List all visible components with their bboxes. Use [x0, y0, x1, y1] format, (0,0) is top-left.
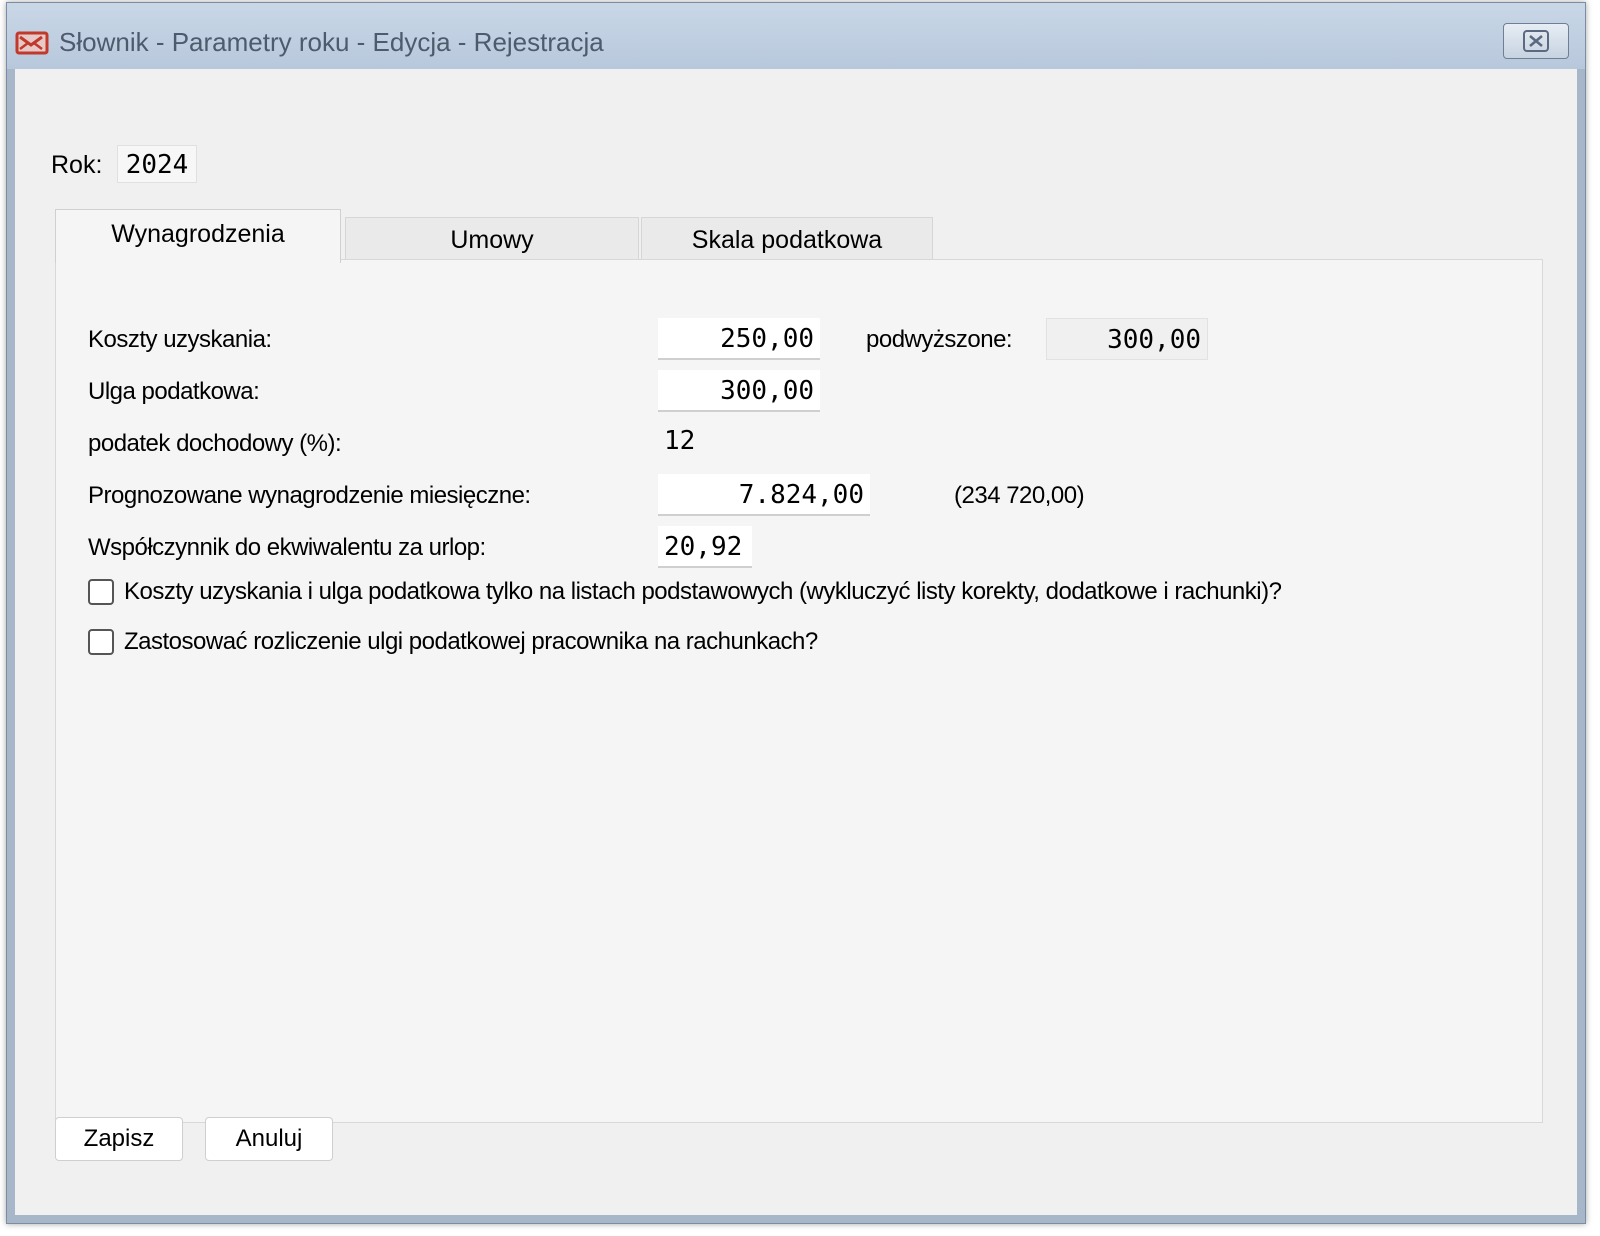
- prognozowane-roczne-value: (234 720,00): [954, 482, 1085, 509]
- window-title: Słownik - Parametry roku - Edycja - Reje…: [59, 27, 604, 57]
- title-bar[interactable]: Słownik - Parametry roku - Edycja - Reje…: [7, 3, 1585, 69]
- koszty-only-basic-lists-label: Koszty uzyskania i ulga podatkowa tylko …: [124, 578, 1282, 605]
- podwyzszone-value: 300,00: [1046, 318, 1208, 360]
- ulga-podatkowa-input[interactable]: 300,00: [658, 370, 820, 412]
- tab-strip: Wynagrodzenia Umowy Skala podatkowa: [55, 209, 955, 263]
- year-label: Rok:: [51, 151, 103, 179]
- ulga-podatkowa-label: Ulga podatkowa:: [88, 378, 260, 405]
- close-button[interactable]: [1503, 23, 1569, 59]
- koszty-uzyskania-label: Koszty uzyskania:: [88, 326, 272, 353]
- zastosowac-ulga-checkbox[interactable]: [88, 629, 114, 655]
- koszty-only-basic-lists-row[interactable]: Koszty uzyskania i ulga podatkowa tylko …: [88, 578, 1282, 606]
- zastosowac-ulga-row[interactable]: Zastosować rozliczenie ulgi podatkowej p…: [88, 628, 818, 656]
- tab-wynagrodzenia[interactable]: Wynagrodzenia: [55, 209, 341, 263]
- tab-skala-podatkowa[interactable]: Skala podatkowa: [641, 217, 933, 261]
- koszty-only-basic-lists-checkbox[interactable]: [88, 579, 114, 605]
- prognozowane-wynagrodzenie-label: Prognozowane wynagrodzenie miesięczne:: [88, 482, 531, 509]
- prognozowane-wynagrodzenie-input[interactable]: 7.824,00: [658, 474, 870, 516]
- wspolczynnik-ekwiwalentu-input[interactable]: 20,92: [658, 526, 752, 568]
- koszty-uzyskania-input[interactable]: 250,00: [658, 318, 820, 360]
- app-icon: [15, 31, 49, 55]
- podatek-dochodowy-label: podatek dochodowy (%):: [88, 430, 342, 457]
- podwyzszone-label: podwyższone:: [866, 326, 1013, 353]
- year-value: 2024: [117, 145, 197, 183]
- podatek-dochodowy-value: 12: [664, 426, 696, 456]
- cancel-button[interactable]: Anuluj: [205, 1117, 333, 1161]
- save-button[interactable]: Zapisz: [55, 1117, 183, 1161]
- close-icon: [1523, 30, 1549, 52]
- dialog-client-area: Rok: 2024 Wynagrodzenia Umowy Skala poda…: [15, 69, 1577, 1215]
- tab-panel-wynagrodzenia: Koszty uzyskania: 250,00 podwyższone: 30…: [55, 259, 1543, 1123]
- zastosowac-ulga-label: Zastosować rozliczenie ulgi podatkowej p…: [124, 628, 818, 655]
- wspolczynnik-ekwiwalentu-label: Współczynnik do ekwiwalentu za urlop:: [88, 534, 486, 561]
- tab-umowy[interactable]: Umowy: [345, 217, 639, 261]
- dialog-window: Słownik - Parametry roku - Edycja - Reje…: [6, 2, 1586, 1224]
